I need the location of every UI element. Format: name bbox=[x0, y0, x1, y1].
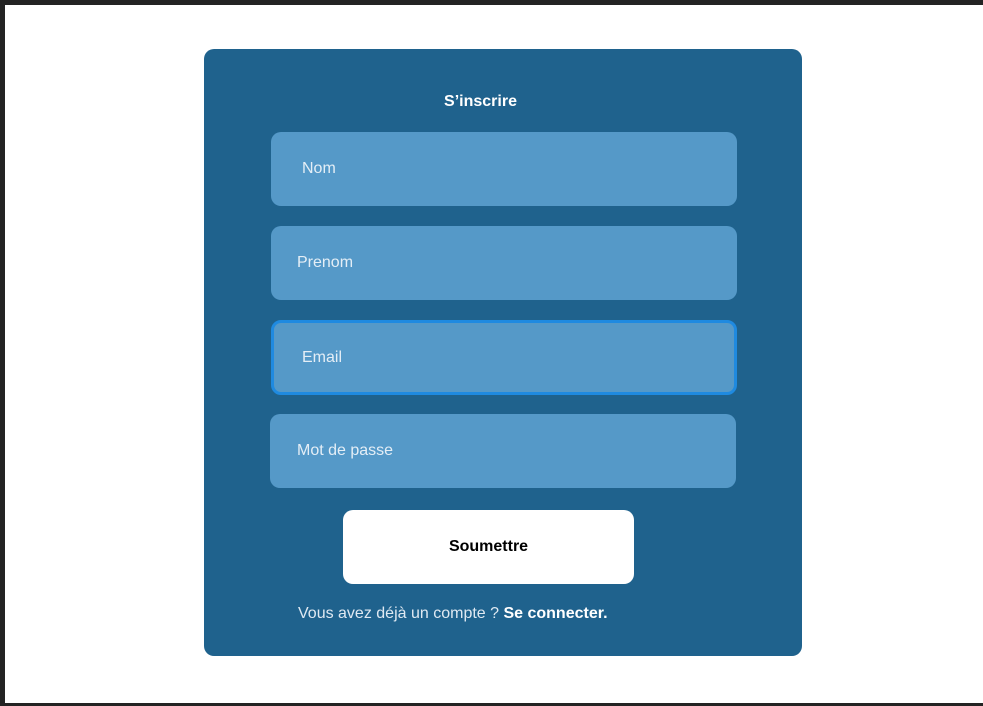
email-placeholder: Email bbox=[302, 348, 343, 366]
signup-card: S’inscrire Nom Prenom Email Mot de passe… bbox=[204, 49, 802, 656]
prenom-field[interactable]: Prenom bbox=[271, 226, 737, 300]
password-placeholder: Mot de passe bbox=[297, 442, 394, 459]
nom-placeholder: Nom bbox=[302, 160, 336, 177]
login-prompt-text: Vous avez déjà un compte ? bbox=[298, 605, 504, 622]
login-link[interactable]: Se connecter. bbox=[503, 605, 607, 622]
email-field[interactable]: Email bbox=[271, 320, 737, 395]
password-field[interactable]: Mot de passe bbox=[270, 414, 736, 488]
submit-button[interactable]: Soumettre bbox=[343, 510, 634, 584]
nom-field[interactable]: Nom bbox=[271, 132, 737, 206]
prenom-placeholder: Prenom bbox=[297, 254, 354, 271]
page-background: S’inscrire Nom Prenom Email Mot de passe… bbox=[5, 5, 983, 703]
form-title: S’inscrire bbox=[444, 93, 517, 110]
login-prompt: Vous avez déjà un compte ? Se connecter. bbox=[298, 602, 608, 626]
